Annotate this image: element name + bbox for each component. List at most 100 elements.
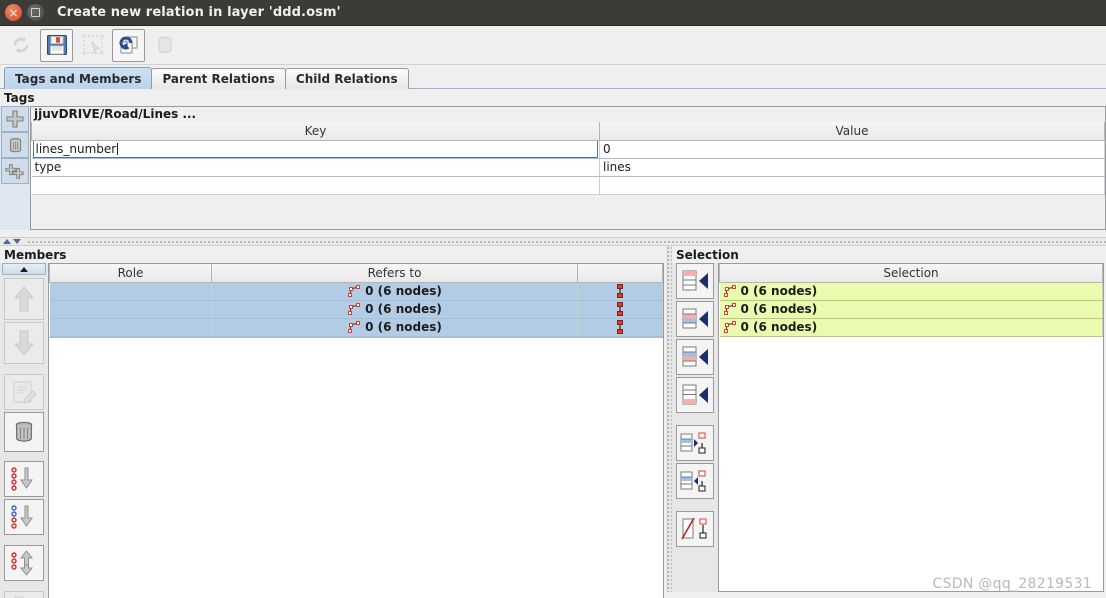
add-before-selected-button[interactable] (676, 301, 714, 337)
selection-table-blank[interactable] (719, 336, 1103, 591)
members-scroll-up-button[interactable] (2, 263, 46, 275)
tag-key-cell[interactable]: lines_number (31, 140, 600, 159)
tag-value-cell[interactable]: 0 (599, 140, 1105, 159)
members-table: Role Refers to 0 (6 nodes) 0 (6 nodes) 0… (49, 264, 663, 337)
selection-label: 0 (6 nodes) (740, 320, 818, 334)
tab-label: Tags and Members (15, 71, 142, 86)
selection-panel: Selection Selection 0 (6 nodes) 0 (6 nod… (672, 246, 1106, 592)
selection-label: 0 (6 nodes) (740, 302, 818, 316)
member-label: 0 (6 nodes) (365, 320, 442, 334)
move-down-button[interactable] (4, 322, 44, 364)
delete-tag-button[interactable] (1, 132, 29, 158)
selection-header-row: Selection (719, 264, 1103, 283)
tags-column-value[interactable]: Value (599, 122, 1105, 141)
table-row[interactable]: lines_number 0 (31, 140, 1105, 159)
selection-cell[interactable]: 0 (6 nodes) (719, 300, 1103, 319)
text-caret (117, 143, 119, 155)
window-title: Create new relation in layer 'ddd.osm' (57, 5, 341, 20)
close-icon[interactable] (5, 4, 22, 21)
splitter-collapse-down-icon[interactable] (13, 239, 21, 244)
add-to-bottom-button[interactable] (676, 377, 714, 413)
tag-key-cell[interactable] (31, 176, 600, 195)
list-item[interactable]: 0 (6 nodes) (719, 300, 1103, 319)
edit-member-button[interactable] (4, 374, 44, 410)
members-header-row: Role Refers to (49, 264, 663, 283)
splitter-grip[interactable] (27, 239, 1106, 244)
list-item[interactable]: 0 (6 nodes) (719, 318, 1103, 337)
way-icon (347, 303, 361, 315)
selection-cell[interactable]: 0 (6 nodes) (719, 318, 1103, 337)
remove-member-button[interactable] (4, 412, 44, 452)
tags-table-container: jjuvDRIVE/Road/Lines ... Key Value lines… (30, 106, 1106, 230)
table-row[interactable]: 0 (6 nodes) (49, 282, 663, 301)
tags-table: Key Value lines_number 0 type lines (31, 122, 1105, 195)
remove-selection-button[interactable] (676, 511, 714, 547)
selection-column-header[interactable]: Selection (719, 264, 1103, 283)
add-after-selected-button[interactable] (676, 339, 714, 375)
member-role-cell[interactable] (49, 318, 212, 337)
tag-key-value: lines_number (35, 142, 117, 156)
tag-key-cell[interactable]: type (31, 158, 600, 177)
members-column-refers-to[interactable]: Refers to (211, 264, 578, 283)
way-icon (723, 321, 737, 333)
member-link-cell[interactable] (577, 300, 663, 319)
list-item[interactable]: 0 (6 nodes) (719, 282, 1103, 301)
tags-header-row: Key Value (31, 122, 1105, 141)
members-panel: Members Role Refers to 0 (6 nodes) 0 (6 … (0, 246, 666, 598)
member-link-cell[interactable] (577, 318, 663, 337)
delete-button[interactable] (148, 29, 181, 62)
link-icon (616, 320, 624, 334)
table-row[interactable]: 0 (6 nodes) (49, 318, 663, 337)
horizontal-splitter[interactable] (0, 237, 1106, 246)
selection-cell[interactable]: 0 (6 nodes) (719, 282, 1103, 301)
add-to-top-button[interactable] (676, 263, 714, 299)
duplicate-button[interactable] (112, 28, 145, 62)
tab-tags-and-members[interactable]: Tags and Members (4, 67, 153, 89)
maximize-icon[interactable] (27, 4, 44, 21)
preset-label: jjuvDRIVE/Road/Lines ... (31, 107, 1105, 122)
members-table-blank[interactable] (49, 336, 663, 598)
tag-value-cell[interactable] (599, 176, 1105, 195)
tags-section-title: Tags (4, 91, 35, 105)
reverse-members-button[interactable] (4, 545, 44, 581)
save-button[interactable] (40, 28, 73, 62)
select-area-button[interactable] (76, 29, 109, 62)
members-column-role[interactable]: Role (49, 264, 212, 283)
refresh-button[interactable] (4, 29, 37, 62)
download-members-button[interactable] (4, 591, 44, 598)
sort-members-button[interactable] (4, 461, 44, 497)
splitter-collapse-up-icon[interactable] (3, 239, 11, 244)
add-tag-button[interactable] (1, 106, 29, 132)
title-bar: Create new relation in layer 'ddd.osm' (0, 0, 1106, 26)
way-icon (347, 321, 361, 333)
tag-key-editor[interactable]: lines_number (32, 140, 598, 157)
member-role-cell[interactable] (49, 300, 212, 319)
tag-value-cell[interactable]: lines (599, 158, 1105, 177)
tags-panel: Tags jjuvDRIVE/Road/Lines ... Key Value … (0, 89, 1106, 237)
member-refers-to-cell[interactable]: 0 (6 nodes) (211, 300, 578, 319)
member-refers-to-cell[interactable]: 0 (6 nodes) (211, 282, 578, 301)
tags-column-key[interactable]: Key (31, 122, 600, 141)
select-members-button[interactable] (676, 425, 714, 461)
member-refers-to-cell[interactable]: 0 (6 nodes) (211, 318, 578, 337)
move-up-button[interactable] (4, 278, 44, 320)
table-row[interactable]: 0 (6 nodes) (49, 300, 663, 319)
members-side-toolbar (0, 263, 48, 598)
members-column-link[interactable] (577, 264, 663, 283)
tab-parent-relations[interactable]: Parent Relations (151, 68, 286, 89)
tab-child-relations[interactable]: Child Relations (284, 68, 409, 89)
table-row-empty[interactable] (31, 176, 1105, 195)
member-label: 0 (6 nodes) (365, 284, 442, 298)
tab-label: Child Relations (295, 72, 398, 86)
transfer-toolbar (672, 263, 718, 592)
tags-side-toolbar (0, 106, 30, 230)
sort-below-button[interactable] (4, 499, 44, 535)
selection-section-title: Selection (676, 248, 739, 262)
paste-tags-button[interactable] (1, 158, 29, 184)
table-row[interactable]: type lines (31, 158, 1105, 177)
main-toolbar (0, 26, 1106, 65)
select-relation-button[interactable] (676, 463, 714, 499)
member-role-cell[interactable] (49, 282, 212, 301)
way-icon (723, 285, 737, 297)
member-link-cell[interactable] (577, 282, 663, 301)
